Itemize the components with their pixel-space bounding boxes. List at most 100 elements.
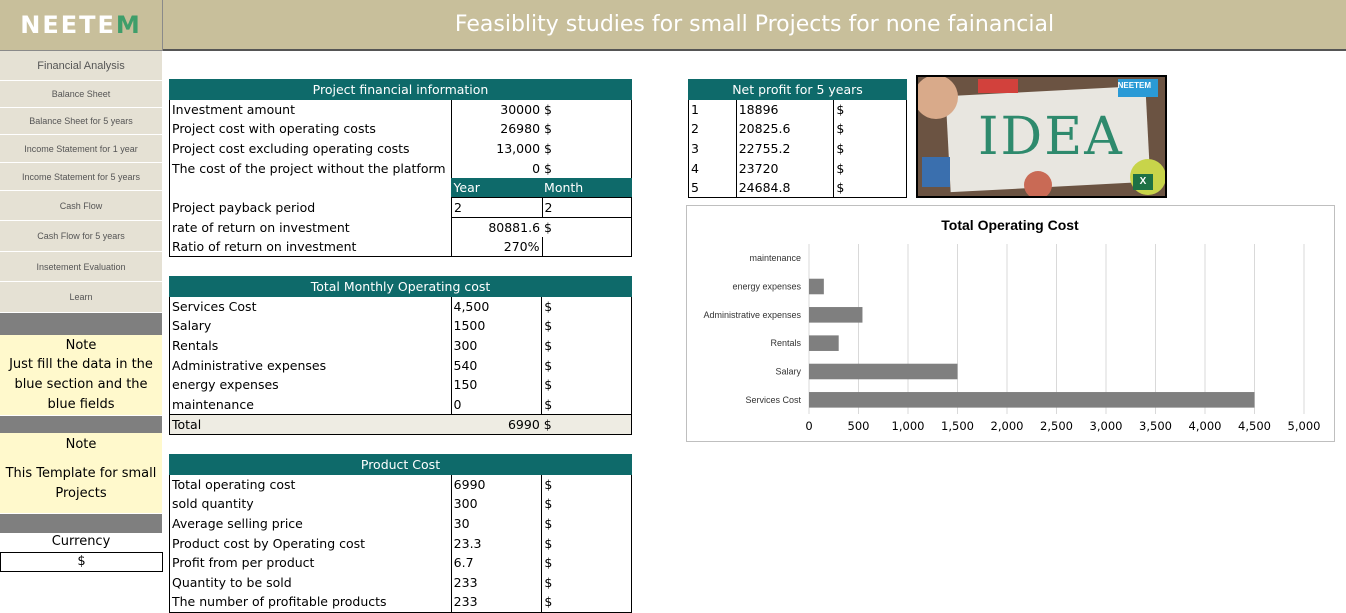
value-cell[interactable]: 30 — [450, 513, 542, 534]
note-text: Just fill the data in the blue section a… — [0, 355, 162, 415]
bar-services-cost — [809, 392, 1255, 408]
row-label: Project payback period — [169, 197, 452, 218]
value-cell[interactable]: 540 — [450, 355, 542, 375]
value-cell[interactable]: 300 — [450, 493, 542, 514]
idea-image: IDEA NEETEM X — [916, 75, 1167, 198]
unit-cell: $ — [833, 118, 907, 139]
payback-year[interactable]: 2 — [450, 197, 543, 218]
total-value: 6990 — [451, 413, 542, 435]
unit-cell: $ — [541, 493, 632, 514]
page-title: Feasiblity studies for small Projects fo… — [454, 12, 1055, 37]
x-tick-label: 2,500 — [1040, 419, 1073, 433]
row-label: Administrative expenses — [169, 355, 451, 375]
row-label: Investment amount — [169, 99, 452, 119]
sidebar-item-balance-sheet[interactable]: Balance Sheet — [0, 81, 162, 108]
sidebar-item-investment-evaluation[interactable]: Insetement Evaluation — [0, 252, 162, 282]
unit-cell: $ — [542, 118, 633, 139]
value-cell[interactable]: 1500 — [450, 315, 542, 336]
unit-cell: $ — [833, 158, 907, 178]
operating-cost-chart: 0 500 1,000 1,500 2,000 2,500 3,000 3,500 4,000 4… — [686, 205, 1335, 442]
row-label: Rentals — [169, 335, 451, 356]
unit-cell: $ — [542, 158, 633, 178]
unit-cell: $ — [542, 99, 633, 119]
value-cell[interactable]: 6.7 — [450, 552, 542, 573]
sidebar-item-cash-flow[interactable]: Cash Flow — [0, 191, 162, 221]
unit-cell: $ — [541, 552, 632, 573]
unit-cell: $ — [541, 315, 632, 336]
y-category-label: Administrative expenses — [703, 310, 801, 320]
net-profit-table: Net profit for 5 years 1 18896 $ 2 20825… — [688, 79, 907, 199]
sidebar-item-balance-sheet-5-years[interactable]: Balance Sheet for 5 years — [0, 108, 162, 135]
unit-cell: $ — [541, 533, 632, 553]
logo-text: NEETEM — [20, 11, 142, 39]
value-cell[interactable]: 270% — [450, 237, 543, 258]
value-cell[interactable]: 23.3 — [450, 533, 542, 553]
sidebar-item-learn[interactable]: Learn — [0, 282, 162, 313]
value-cell[interactable]: 13,000 — [450, 138, 543, 159]
x-tick-label: 0 — [805, 419, 812, 433]
value-cell[interactable]: 30000 — [450, 99, 543, 119]
unit-cell: $ — [542, 217, 633, 237]
unit-cell: $ — [541, 355, 632, 375]
unit-cell: $ — [541, 513, 632, 534]
value-cell[interactable]: 150 — [450, 374, 542, 395]
operating-cost-title: Total Monthly Operating cost — [169, 276, 632, 297]
row-label: Profit from per product — [169, 552, 452, 573]
payback-month[interactable]: 2 — [541, 197, 633, 218]
row-label: Average selling price — [169, 513, 452, 534]
unit-cell: $ — [542, 138, 633, 159]
value-cell: 23720 — [735, 158, 834, 178]
project-info-table: Project financial information Investment… — [169, 79, 633, 258]
value-cell[interactable]: 0 — [450, 158, 543, 178]
project-info-title: Project financial information — [169, 79, 632, 100]
sidebar-item-cash-flow-5-years[interactable]: Cash Flow for 5 years — [0, 221, 162, 252]
idea-brand: NEETEM — [1117, 81, 1151, 90]
total-unit: $ — [541, 413, 632, 435]
unit-cell: $ — [833, 177, 907, 199]
row-label: Product cost by Operating cost — [169, 533, 452, 553]
row-label: Ratio of return on investment — [169, 237, 452, 258]
sidebar-divider — [0, 313, 162, 335]
value-cell: 20825.6 — [735, 118, 834, 139]
row-label: Project cost with operating costs — [169, 118, 452, 139]
idea-text: IDEA — [978, 107, 1124, 167]
value-cell[interactable]: 0 — [450, 394, 542, 415]
value-cell[interactable]: 233 — [450, 572, 542, 593]
sidebar-item-income-statement-5-years[interactable]: Income Statement for 5 years — [0, 163, 162, 191]
sidebar-item-financial-analysis[interactable]: Financial Analysis — [0, 51, 162, 81]
row-label: Quantity to be sold — [169, 572, 452, 593]
year-cell: 1 — [688, 99, 737, 119]
net-profit-title: Net profit for 5 years — [688, 79, 907, 100]
note-text: This Template for small Projects — [0, 455, 162, 513]
value-cell[interactable]: 6990 — [450, 474, 542, 494]
x-tick-label: 5,000 — [1288, 419, 1321, 433]
logo: NEETEM — [0, 0, 163, 51]
row-label: sold quantity — [169, 493, 452, 514]
y-category-label: Services Cost — [745, 395, 801, 405]
value-cell[interactable]: 300 — [450, 335, 542, 356]
row-label: maintenance — [169, 394, 451, 415]
value-cell[interactable]: 26980 — [450, 118, 543, 139]
value-cell[interactable]: 4,500 — [450, 296, 542, 316]
value-cell[interactable]: 233 — [450, 592, 542, 613]
y-category-label: Rentals — [770, 338, 801, 348]
bar-administrative-expenses — [809, 307, 863, 323]
value-cell[interactable]: 80881.6 — [450, 217, 543, 237]
month-header: Month — [542, 177, 632, 198]
bar-rentals — [809, 335, 839, 351]
chart-svg: 0 500 1,000 1,500 2,000 2,500 3,000 3,500 4,000 4… — [703, 217, 1321, 433]
year-cell: 5 — [688, 177, 737, 199]
sidebar-item-income-statement-1-year[interactable]: Income Statement for 1 year — [0, 135, 162, 163]
year-cell: 4 — [688, 158, 737, 178]
unit-cell: $ — [541, 296, 632, 316]
year-cell: 2 — [688, 118, 737, 139]
x-tick-label: 2,000 — [991, 419, 1024, 433]
currency-input[interactable]: $ — [0, 552, 163, 572]
row-label: Project cost excluding operating costs — [169, 138, 452, 159]
x-tick-label: 4,000 — [1189, 419, 1222, 433]
unit-cell: $ — [541, 474, 632, 494]
unit-cell: $ — [541, 592, 632, 613]
unit-cell: $ — [833, 138, 907, 159]
note-title: Note — [0, 335, 162, 355]
unit-cell: $ — [833, 99, 907, 119]
